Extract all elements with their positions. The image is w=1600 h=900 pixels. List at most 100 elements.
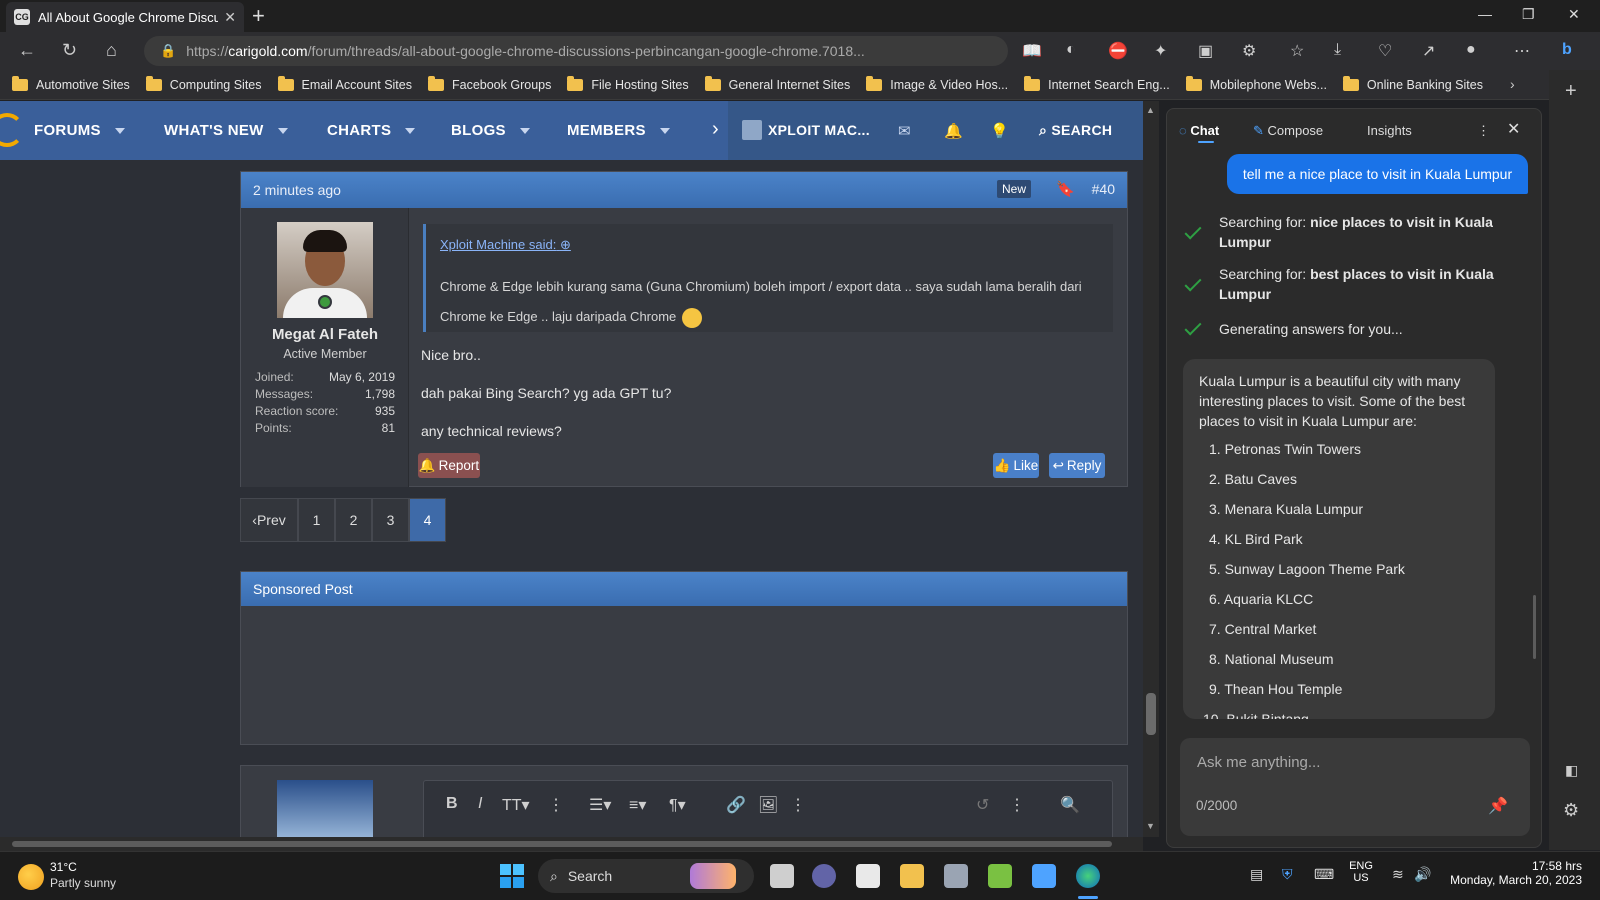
bookmark-icon[interactable]: 🔖 (1056, 180, 1075, 198)
bookmark-folder[interactable]: Image & Video Hos... (866, 75, 1008, 92)
bold-icon[interactable]: B (446, 795, 458, 813)
chat-teams-icon[interactable] (812, 864, 836, 888)
restore-icon[interactable]: ❐ (1522, 6, 1535, 23)
post-number[interactable]: #40 (1092, 181, 1115, 197)
more-insert-icon[interactable]: ⋮ (790, 795, 806, 815)
text-size-icon[interactable]: TT▾ (502, 795, 530, 815)
tray-shield-icon[interactable]: ⛨ (1282, 866, 1293, 883)
settings-gear-icon[interactable]: ⚙ (1563, 800, 1579, 821)
more-options-icon[interactable]: ⋯ (1514, 41, 1530, 61)
tab-chat[interactable]: ◌ Chat (1179, 123, 1219, 138)
browser-essentials-icon[interactable]: ♡ (1378, 41, 1392, 61)
nav-charts[interactable]: CHARTS (327, 122, 416, 139)
adblock-icon[interactable]: ⛔ (1108, 41, 1128, 61)
undo-icon[interactable]: ↺ (976, 795, 989, 815)
nav-forums[interactable]: FORUMS (34, 122, 125, 139)
italic-icon[interactable]: I (478, 795, 482, 813)
bookmark-folder[interactable]: Email Account Sites (277, 75, 412, 92)
close-window-icon[interactable]: ✕ (1568, 6, 1580, 23)
pin-icon[interactable]: 📌 (1488, 796, 1508, 816)
new-tab-icon[interactable]: + (252, 3, 265, 29)
user-avatar[interactable] (742, 120, 762, 140)
minimize-icon[interactable]: — (1478, 6, 1492, 22)
refresh-icon[interactable]: ↻ (62, 40, 77, 61)
downloads-icon[interactable]: ⤓ (1334, 41, 1341, 59)
search-button[interactable]: ⌕ SEARCH (1039, 122, 1112, 139)
tray-app-icon[interactable]: ▤ (1250, 866, 1263, 883)
scroll-thumb[interactable] (12, 841, 1112, 847)
scroll-thumb[interactable] (1146, 693, 1156, 735)
notepad-icon[interactable] (1032, 864, 1056, 888)
tab-compose[interactable]: ✎ Compose (1253, 123, 1323, 139)
prev-page-button[interactable]: ‹ Prev (240, 498, 298, 542)
hide-sidebar-icon[interactable]: ◧ (1565, 762, 1578, 779)
calculator-icon[interactable] (944, 864, 968, 888)
horizontal-scrollbar[interactable] (0, 837, 1143, 851)
preview-icon[interactable]: 🔍 (1060, 795, 1080, 815)
favorites-icon[interactable]: ☆ (1290, 41, 1304, 61)
bookmark-folder[interactable]: General Internet Sites (704, 75, 850, 92)
bookmark-folder[interactable]: Automotive Sites (12, 75, 130, 92)
bookmark-folder[interactable]: File Hosting Sites (567, 75, 689, 92)
calendar-extension-icon[interactable]: ▣ (1198, 41, 1213, 61)
add-icon[interactable]: + (1565, 80, 1577, 103)
quote-author-link[interactable]: Xploit Machine said: ⊕ (440, 237, 571, 253)
wifi-icon[interactable]: ≋ (1392, 866, 1404, 883)
close-icon[interactable]: ✕ (1507, 119, 1520, 139)
bookmarks-overflow-icon[interactable]: › (1510, 76, 1515, 92)
notepad-plus-icon[interactable] (988, 864, 1012, 888)
user-menu[interactable]: XPLOIT MAC... (768, 122, 870, 138)
page-link[interactable]: 3 (372, 498, 409, 542)
weather-sun-icon[interactable] (18, 864, 44, 890)
volume-icon[interactable]: 🔊 (1414, 866, 1431, 883)
extension-icon[interactable]: ◐ (1066, 41, 1076, 59)
more-options-icon[interactable]: ⋮ (1477, 123, 1490, 139)
nav-blogs[interactable]: BLOGS (451, 122, 530, 139)
edge-icon[interactable] (1076, 864, 1100, 888)
nav-members[interactable]: MEMBERS (567, 122, 670, 139)
clock[interactable]: 17:58 hrs Monday, March 20, 2023 (1450, 859, 1582, 887)
alerts-bell-icon[interactable]: 🔔 (944, 122, 963, 140)
list-icon[interactable]: ☰▾ (589, 795, 611, 815)
chat-input-placeholder[interactable]: Ask me anything... (1197, 754, 1320, 771)
input-language[interactable]: ENG US (1348, 860, 1374, 884)
page-link[interactable]: 1 (298, 498, 335, 542)
bookmark-folder[interactable]: Internet Search Eng... (1024, 75, 1170, 92)
like-button[interactable]: 👍 Like (993, 453, 1039, 478)
post-time[interactable]: 2 minutes ago (253, 182, 341, 198)
chat-scrollbar[interactable] (1533, 595, 1536, 659)
share-icon[interactable]: ↗ (1422, 41, 1435, 61)
page-link[interactable]: 2 (335, 498, 372, 542)
taskbar-search[interactable]: ⌕ Search (538, 859, 754, 893)
align-icon[interactable]: ≡▾ (629, 795, 646, 815)
bing-icon[interactable]: b (1562, 41, 1572, 59)
tab-insights[interactable]: Insights (1367, 123, 1412, 138)
lightbulb-icon[interactable]: 💡 (990, 122, 1009, 140)
start-windows-icon[interactable] (500, 864, 524, 888)
bookmark-folder[interactable]: Computing Sites (145, 75, 262, 92)
task-view-icon[interactable] (770, 864, 794, 888)
nav-scroll-right-icon[interactable]: › (712, 118, 719, 141)
site-logo-icon[interactable] (0, 113, 24, 147)
report-button[interactable]: 🔔 Report (418, 453, 480, 478)
reply-button[interactable]: ↩ Reply (1049, 453, 1105, 478)
close-tab-icon[interactable]: ✕ (224, 9, 236, 26)
more-format-icon[interactable]: ⋮ (548, 795, 564, 815)
file-explorer-icon[interactable] (900, 864, 924, 888)
nav-whats-new[interactable]: WHAT'S NEW (164, 122, 288, 139)
weather-temp[interactable]: 31°C (50, 860, 77, 874)
chat-input-box[interactable]: Ask me anything... 0/2000 📌 (1180, 738, 1530, 836)
current-page[interactable]: 4 (409, 498, 446, 542)
extension-star-icon[interactable]: ✦ (1154, 41, 1167, 61)
profile-avatar-icon[interactable]: ● (1466, 41, 1476, 59)
bookmark-folder[interactable]: Facebook Groups (427, 75, 551, 92)
image-icon[interactable]: 🖼 (758, 795, 778, 815)
extensions-icon[interactable]: ⚙ (1242, 41, 1256, 61)
username[interactable]: Megat Al Fateh (241, 326, 409, 343)
bookmark-folder[interactable]: Online Banking Sites (1342, 75, 1483, 92)
more-options-icon[interactable]: ⋮ (1009, 795, 1025, 815)
reply-editor[interactable]: B I TT▾ ⋮ ☰▾ ≡▾ ¶▾ 🔗 🖼 ⋮ ↺ ⋮ 🔍 (423, 780, 1113, 837)
bookmark-folder[interactable]: Mobilephone Webs... (1185, 75, 1327, 92)
immersive-reader-icon[interactable]: 📖 (1022, 41, 1042, 61)
back-icon[interactable]: ← (18, 40, 36, 61)
